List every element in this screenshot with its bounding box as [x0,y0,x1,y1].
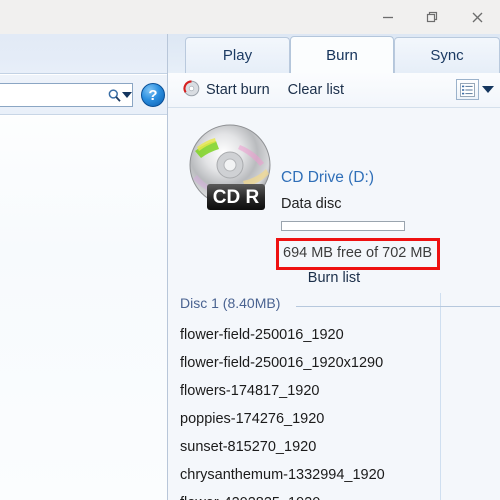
drive-name-label[interactable]: CD Drive (D:) [281,169,374,187]
start-burn-button[interactable]: Start burn [177,73,276,107]
search-icon [107,88,122,103]
disc-capacity-progress-bar [281,221,405,231]
left-panel-top-band [0,34,167,74]
burn-panel: Start burn Clear list CD R CD Drive (D:)… [168,73,500,500]
help-button[interactable]: ? [141,83,165,107]
tab-burn[interactable]: Burn [290,36,394,73]
title-bar [0,0,500,34]
disc-info-section: CD R CD Drive (D:) Data disc 694 MB free… [168,108,500,270]
window-controls [365,0,500,34]
tab-play[interactable]: Play [185,37,290,73]
cd-r-badge-label: CD R [213,187,260,208]
list-item[interactable]: chrysanthemum-1332994_1920 [168,461,500,489]
disc-capacity-label: 694 MB free of 702 MB [283,245,433,261]
left-panel-search-row: ? [0,75,167,115]
search-input[interactable] [0,84,107,106]
media-player-window: ? Play Burn Sync Start burn Clear list C… [0,0,500,500]
disc-type-label: Data disc [281,196,342,212]
minimize-button[interactable] [365,0,410,34]
disc-group-label: Disc 1 (8.40MB) [180,295,281,311]
tab-strip: Play Burn Sync [168,34,500,73]
clear-list-button[interactable]: Clear list [282,73,350,107]
left-panel-content [0,116,167,500]
burn-track-list: flower-field-250016_1920 flower-field-25… [168,321,500,500]
list-item[interactable]: flowers-174817_1920 [168,377,500,405]
disc-group-row: Disc 1 (8.40MB) [168,295,500,317]
tab-sync[interactable]: Sync [394,37,500,73]
clear-list-label: Clear list [287,82,345,98]
search-box[interactable] [0,83,133,107]
restore-button[interactable] [410,0,455,34]
list-item[interactable]: poppies-174276_1920 [168,405,500,433]
start-burn-label: Start burn [206,82,270,98]
burn-toolbar: Start burn Clear list [168,73,500,108]
list-item[interactable]: flower-field-250016_1920 [168,321,500,349]
list-item[interactable]: flower-4202825_1920 [168,489,500,500]
close-button[interactable] [455,0,500,34]
list-item[interactable]: sunset-815270_1920 [168,433,500,461]
list-options-dropdown-icon[interactable] [482,86,494,93]
left-navigation-panel: ? [0,34,168,500]
disc-group-rule [296,306,500,307]
list-view-icon[interactable] [456,79,479,100]
search-dropdown-icon[interactable] [122,92,132,98]
cd-disc-icon: CD R [185,121,281,218]
burn-disc-icon [183,79,200,101]
list-options-group [456,79,494,100]
list-item[interactable]: flower-field-250016_1920x1290 [168,349,500,377]
burn-list-header: Burn list [307,270,361,286]
